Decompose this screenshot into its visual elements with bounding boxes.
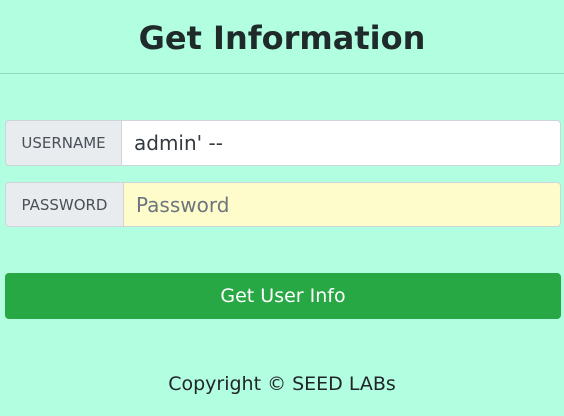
header-divider <box>0 73 564 74</box>
password-group: PASSWORD <box>5 182 561 227</box>
username-group: USERNAME <box>5 120 561 166</box>
password-label: PASSWORD <box>5 182 123 227</box>
page: Get Information USERNAME PASSWORD Get Us… <box>0 0 564 416</box>
username-input[interactable] <box>121 120 561 166</box>
password-input[interactable] <box>123 182 561 227</box>
page-title: Get Information <box>138 19 426 57</box>
username-label: USERNAME <box>5 120 121 166</box>
copyright-text: Copyright © SEED LABs <box>168 373 396 395</box>
get-user-info-button[interactable]: Get User Info <box>5 273 561 319</box>
